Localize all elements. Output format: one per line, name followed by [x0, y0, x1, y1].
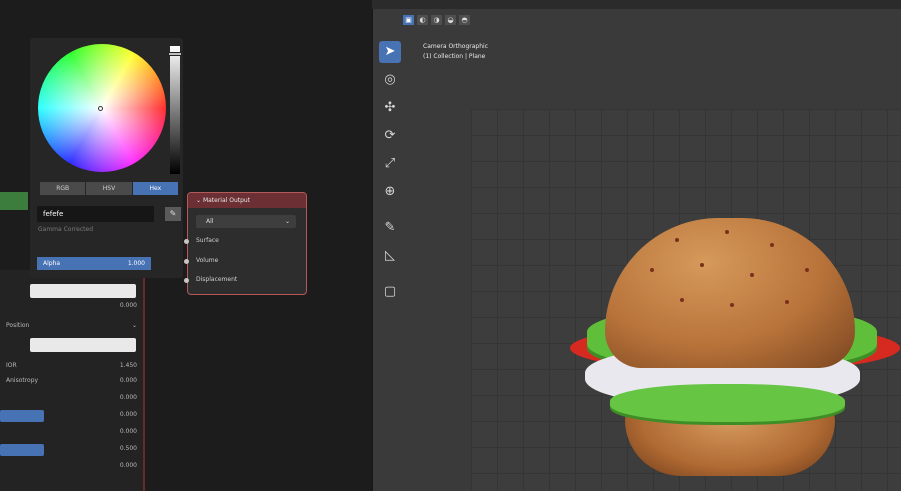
material-output-node[interactable]: ⌄ Material Output All ⌄ Surface Volume D… — [184, 192, 307, 295]
viewport-info-overlay: Camera Orthographic (1) Collection | Pla… — [423, 42, 488, 62]
prop-row-value[interactable]: 0.500 — [120, 445, 137, 457]
burger-3d-model[interactable] — [565, 208, 901, 488]
sesame-seed — [700, 263, 704, 267]
target-dropdown[interactable]: All ⌄ — [196, 215, 296, 228]
color-mode-tabs: RGB HSV Hex — [40, 182, 179, 195]
prop-row-value[interactable]: 0.000 — [120, 394, 137, 406]
slider-fill[interactable] — [0, 444, 44, 456]
viewport-header-buttons: ▣ ◐ ◑ ◒ ◓ — [403, 15, 470, 25]
sesame-seed — [770, 243, 774, 247]
node-title: Material Output — [202, 197, 251, 204]
node-header[interactable]: ⌄ Material Output — [188, 193, 306, 208]
tab-rgb[interactable]: RGB — [40, 182, 86, 195]
sesame-seed — [805, 268, 809, 272]
transform-tool-icon[interactable]: ⊕ — [379, 181, 401, 203]
socket-dot[interactable] — [184, 239, 189, 244]
alpha-label: Alpha — [43, 260, 61, 267]
prop-row-value[interactable]: 0.000 — [120, 411, 137, 423]
viewport-mode-button[interactable]: ◓ — [459, 15, 470, 25]
eyedropper-icon[interactable]: ✎ — [165, 207, 181, 221]
annotate-tool-icon[interactable]: ✎ — [379, 217, 401, 239]
socket-surface[interactable]: Surface — [184, 237, 219, 244]
tab-hsv[interactable]: HSV — [86, 182, 132, 195]
prop-row-label: Anisotropy — [6, 377, 39, 384]
shader-indicator — [0, 192, 28, 210]
viewport-mode-button[interactable]: ▣ — [403, 15, 414, 25]
hex-input[interactable]: fefefe — [37, 206, 154, 222]
prop-row-value[interactable]: 1.450 — [120, 362, 137, 374]
select-tool-icon[interactable]: ➤ — [379, 41, 401, 63]
socket-volume[interactable]: Volume — [184, 257, 219, 264]
rotate-tool-icon[interactable]: ⟳ — [379, 125, 401, 147]
sesame-seed — [750, 273, 754, 277]
sesame-seed — [650, 268, 654, 272]
dropdown-chevron-icon[interactable]: ⌄ — [132, 322, 137, 334]
properties-panel: 0.000 Position ⌄ IOR 1.450 Anisotropy 0.… — [0, 270, 145, 491]
color-swatch-field[interactable] — [30, 284, 136, 298]
viewport-mode-button[interactable]: ◒ — [445, 15, 456, 25]
socket-dot[interactable] — [184, 278, 189, 283]
prop-row-label: Position — [6, 322, 30, 329]
chevron-down-icon: ⌄ — [284, 218, 290, 225]
sesame-seed — [675, 238, 679, 242]
prop-row-value[interactable]: 0.000 — [120, 377, 137, 389]
prop-row-value[interactable]: 0.000 — [120, 302, 137, 314]
socket-label: Volume — [196, 257, 219, 264]
collapse-chevron-icon[interactable]: ⌄ — [196, 197, 203, 204]
value-slider[interactable] — [170, 46, 180, 174]
prop-row-label: IOR — [6, 362, 17, 369]
socket-label: Surface — [196, 237, 219, 244]
move-tool-icon[interactable]: ✣ — [379, 97, 401, 119]
collection-info: (1) Collection | Plane — [423, 53, 486, 60]
prop-row-value[interactable]: 0.000 — [120, 428, 137, 440]
viewport-mode-button[interactable]: ◐ — [417, 15, 428, 25]
scale-tool-icon[interactable]: ⤢ — [379, 153, 401, 175]
node-editor-area[interactable]: 0.000 Position ⌄ IOR 1.450 Anisotropy 0.… — [0, 0, 372, 491]
sesame-seed — [785, 300, 789, 304]
prop-row-value[interactable]: 0.000 — [120, 462, 137, 474]
target-value: All — [206, 218, 214, 225]
camera-info: Camera Orthographic — [423, 43, 488, 50]
alpha-value: 1.000 — [127, 260, 145, 267]
socket-dot[interactable] — [184, 259, 189, 264]
sesame-seed — [725, 230, 729, 234]
cursor-tool-icon[interactable]: ◎ — [379, 69, 401, 91]
socket-label: Displacement — [196, 276, 238, 283]
viewport-mode-button[interactable]: ◑ — [431, 15, 442, 25]
color-wheel-cursor[interactable] — [98, 106, 103, 111]
slider-fill[interactable] — [0, 410, 44, 422]
color-swatch-field[interactable] — [30, 338, 136, 352]
value-slider-handle[interactable] — [168, 52, 182, 56]
socket-displacement[interactable]: Displacement — [184, 276, 238, 283]
measure-tool-icon[interactable]: ◺ — [379, 245, 401, 267]
alpha-slider[interactable]: Alpha 1.000 — [37, 257, 151, 270]
tab-hex[interactable]: Hex — [132, 182, 178, 195]
add-cube-tool-icon[interactable]: ▢ — [379, 281, 401, 303]
lettuce-layer-bottom — [610, 384, 845, 422]
sesame-seed — [730, 303, 734, 307]
top-bun — [605, 218, 855, 368]
sesame-seed — [680, 298, 684, 302]
gamma-hint: Gamma Corrected — [38, 226, 93, 233]
